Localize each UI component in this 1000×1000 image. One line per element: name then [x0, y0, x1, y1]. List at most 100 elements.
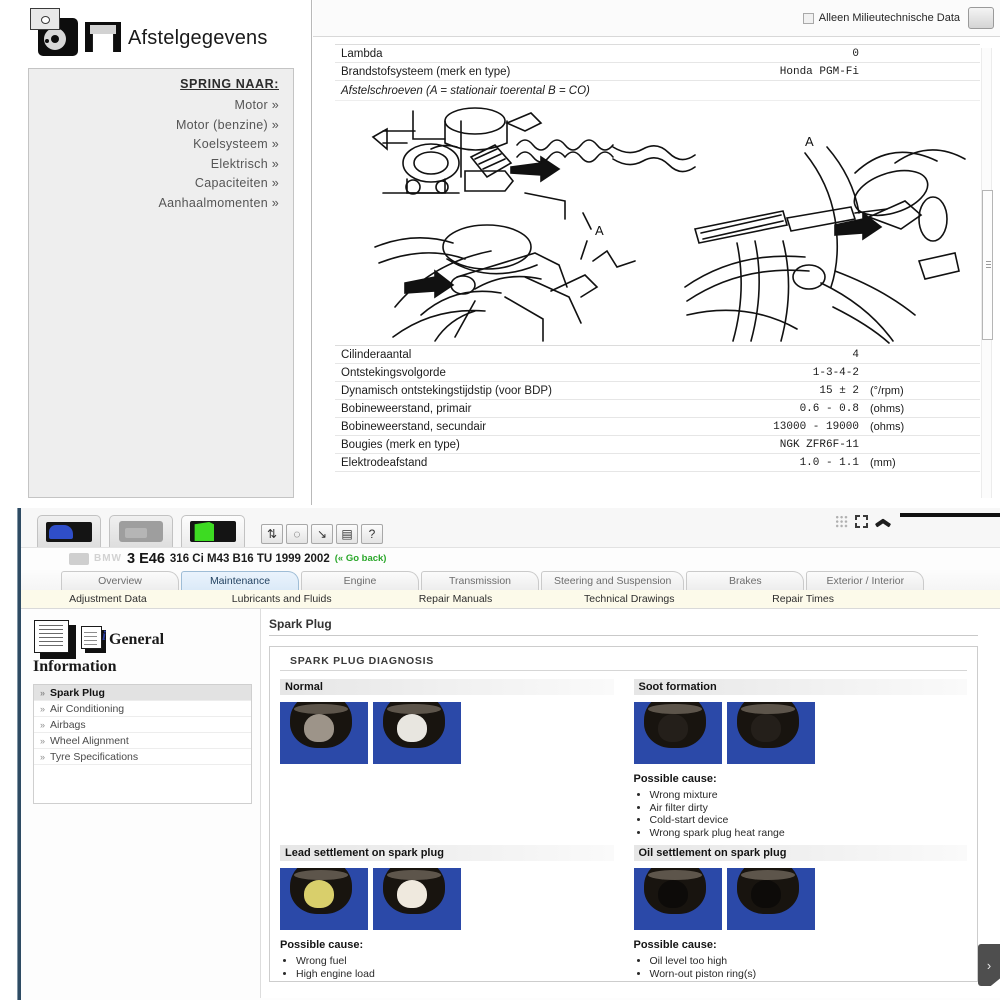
possible-cause-title: Possible cause:: [280, 939, 364, 951]
jump-to-heading: SPRING NAAR:: [180, 77, 279, 91]
row-unit: (ohms): [870, 402, 905, 415]
upper-header: Afstelgegevens: [30, 8, 268, 56]
row-label: Dynamisch ontstekingstijdstip (voor BDP): [341, 384, 552, 397]
jump-link-motor-benzine[interactable]: Motor (benzine) »: [29, 118, 279, 132]
table-row: Cilinderaantal 4: [335, 346, 980, 364]
row-unit: (ohms): [870, 420, 905, 433]
list-item: Wrong fuel: [296, 955, 614, 968]
jump-link-capaciteiten[interactable]: Capaciteiten »: [29, 176, 279, 190]
next-page-arrow[interactable]: ›: [978, 944, 1000, 986]
content-title: Spark Plug: [269, 617, 978, 636]
scrollbar-thumb[interactable]: [982, 190, 993, 340]
go-back-link[interactable]: (« Go back): [335, 553, 387, 564]
row-value: 13000 - 19000: [773, 420, 859, 433]
tab-maintenance[interactable]: Maintenance: [181, 571, 299, 590]
section-heading: SPARK PLUG DIAGNOSIS: [280, 647, 967, 671]
sidebar-title-line1: General: [109, 631, 165, 648]
tab-steering-and-suspension[interactable]: Steering and Suspension: [541, 571, 685, 590]
vehicle-brand: BMW: [94, 553, 122, 564]
jump-link-elektrisch[interactable]: Elektrisch »: [29, 157, 279, 171]
row-unit: (°/rpm): [870, 384, 904, 397]
table-row: Bobineweerstand, secundair 13000 - 19000…: [335, 418, 980, 436]
spark-plug-photo: [280, 702, 368, 764]
brake-caliper-icon: [82, 16, 124, 56]
vehicle-spec: 316 Ci M43 B16 TU 1999 2002: [169, 552, 330, 565]
list-item: Wrong spark plug heat range: [650, 827, 968, 840]
adjustment-screws-diagram: A A: [335, 101, 980, 346]
env-data-checkbox-wrap[interactable]: Alleen Milieutechnische Data: [802, 12, 960, 24]
sidebar-item-label: Spark Plug: [50, 686, 105, 699]
row-value: 1-3-4-2: [812, 366, 859, 379]
diagnosis-cell-lead-settlement: Lead settlement on spark plug Possible c…: [270, 845, 624, 981]
env-data-checkbox[interactable]: [802, 12, 814, 24]
upper-toolbar-button[interactable]: [968, 7, 994, 29]
photo-pair: [280, 868, 614, 930]
chevron-right-icon: »: [40, 687, 46, 698]
jump-link-motor[interactable]: Motor »: [29, 98, 279, 112]
sidebar-item-label: Wheel Alignment: [50, 734, 129, 747]
diagram-svg: A A: [371, 107, 966, 344]
tab-engine[interactable]: Engine: [301, 571, 419, 590]
folder-tab[interactable]: [109, 515, 173, 547]
subtab-repair-times[interactable]: Repair Times: [716, 593, 890, 605]
row-label: Brandstofsysteem (merk en type): [341, 65, 511, 78]
spark-plug-photo: [373, 868, 461, 930]
pencil-icon[interactable]: ↘: [311, 524, 333, 544]
env-data-checkbox-label: Alleen Milieutechnische Data: [818, 12, 960, 24]
upper-right-panel: Alleen Milieutechnische Data Lambda 0 Br…: [313, 0, 1000, 508]
diagram-label-a-left: A: [595, 223, 604, 238]
green-box-icon: [190, 521, 236, 542]
subtab-lubricants-and-fluids[interactable]: Lubricants and Fluids: [195, 593, 369, 605]
tab-transmission[interactable]: Transmission: [421, 571, 539, 590]
expand-icon[interactable]: [855, 515, 868, 528]
sidebar-item-spark-plug[interactable]: » Spark Plug: [34, 685, 251, 701]
info-icon: i: [81, 626, 107, 654]
sidebar-item-air-conditioning[interactable]: » Air Conditioning: [34, 701, 251, 717]
sidebar-item-wheel-alignment[interactable]: » Wheel Alignment: [34, 733, 251, 749]
tab-brakes[interactable]: Brakes: [686, 571, 805, 590]
green-module-tab[interactable]: [181, 515, 245, 547]
row-value: 15 ± 2: [819, 384, 859, 397]
sidebar-item-tyre-specifications[interactable]: » Tyre Specifications: [34, 749, 251, 765]
save-icon[interactable]: ▤: [336, 524, 358, 544]
screenshot-root: Afstelgegevens SPRING NAAR: Motor » Moto…: [0, 0, 1000, 1000]
specification-table: Lambda 0 Brandstofsysteem (merk en type)…: [335, 44, 980, 472]
help-icon[interactable]: ?: [361, 524, 383, 544]
compare-icon[interactable]: ⇅: [261, 524, 283, 544]
sidebar-item-airbags[interactable]: » Airbags: [34, 717, 251, 733]
jump-link-aanhaalmomenten[interactable]: Aanhaalmomenten »: [29, 196, 279, 210]
subtab-adjustment-data[interactable]: Adjustment Data: [21, 593, 195, 605]
table-row: Elektrodeafstand 1.0 - 1.1 (mm): [335, 454, 980, 472]
vehicle-selection-tab[interactable]: [37, 515, 101, 547]
diagnosis-cell-soot-formation: Soot formation Possible cause: Wrong mix…: [624, 679, 978, 845]
window-controls: [835, 515, 890, 528]
tab-overview[interactable]: Overview: [61, 571, 179, 590]
spark-plug-photo: [633, 702, 722, 764]
spark-plug-diagnosis-panel: SPARK PLUG DIAGNOSIS Normal Soot formati…: [269, 646, 978, 982]
copy-icon[interactable]: ◌: [286, 524, 308, 544]
grid-icon[interactable]: [835, 515, 848, 528]
brake-disc-icon: [30, 8, 78, 56]
sidebar-item-label: Tyre Specifications: [50, 750, 139, 763]
table-row: Bougies (merk en type) NGK ZFR6F-11: [335, 436, 980, 454]
collapse-icon[interactable]: [875, 517, 890, 526]
tab-exterior-interior[interactable]: Exterior / Interior: [806, 571, 925, 590]
title-bar-strip: [900, 513, 1000, 517]
spark-plug-photo: [726, 868, 815, 930]
spark-plug-photo: [280, 868, 368, 930]
row-value: Honda PGM-Fi: [779, 65, 859, 78]
vehicle-info-bar: BMW 3 E46 316 Ci M43 B16 TU 1999 2002 («…: [21, 548, 1000, 569]
upper-vertical-scrollbar[interactable]: [981, 48, 993, 498]
general-information-header: i General: [33, 619, 260, 661]
cell-heading: Normal: [280, 679, 614, 695]
secondary-tabs: Adjustment Data Lubricants and Fluids Re…: [21, 590, 1000, 609]
list-item: Worn-out piston ring(s): [650, 968, 968, 981]
list-item: Wrong mixture: [650, 789, 968, 802]
photo-pair: [633, 868, 968, 930]
subtab-repair-manuals[interactable]: Repair Manuals: [369, 593, 543, 605]
subtab-technical-drawings[interactable]: Technical Drawings: [542, 593, 716, 605]
primary-tabs: Overview Maintenance Engine Transmission…: [21, 569, 1000, 590]
sidebar-item-label: Air Conditioning: [50, 702, 125, 715]
list-item: Air filter dirty: [650, 802, 968, 815]
jump-link-koelsysteem[interactable]: Koelsysteem »: [29, 137, 279, 151]
